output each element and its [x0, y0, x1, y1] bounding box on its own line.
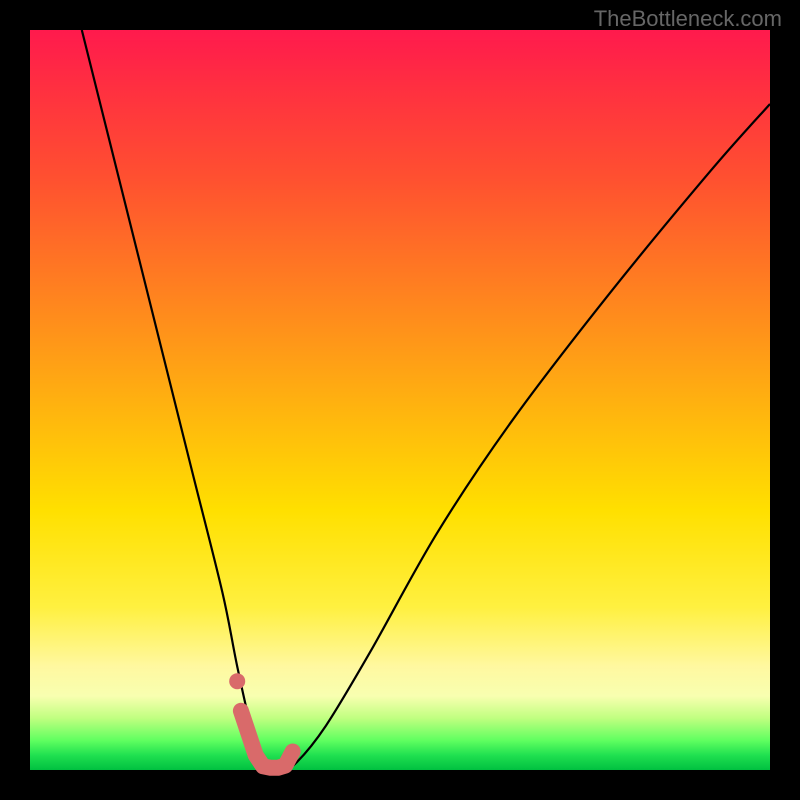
highlight-dot: [229, 673, 245, 689]
bottleneck-curve: [82, 30, 770, 771]
highlight-stroke: [241, 711, 293, 768]
highlight-markers: [229, 673, 293, 768]
chart-area: [30, 30, 770, 770]
watermark-text: TheBottleneck.com: [594, 6, 782, 32]
curve-layer: [30, 30, 770, 770]
